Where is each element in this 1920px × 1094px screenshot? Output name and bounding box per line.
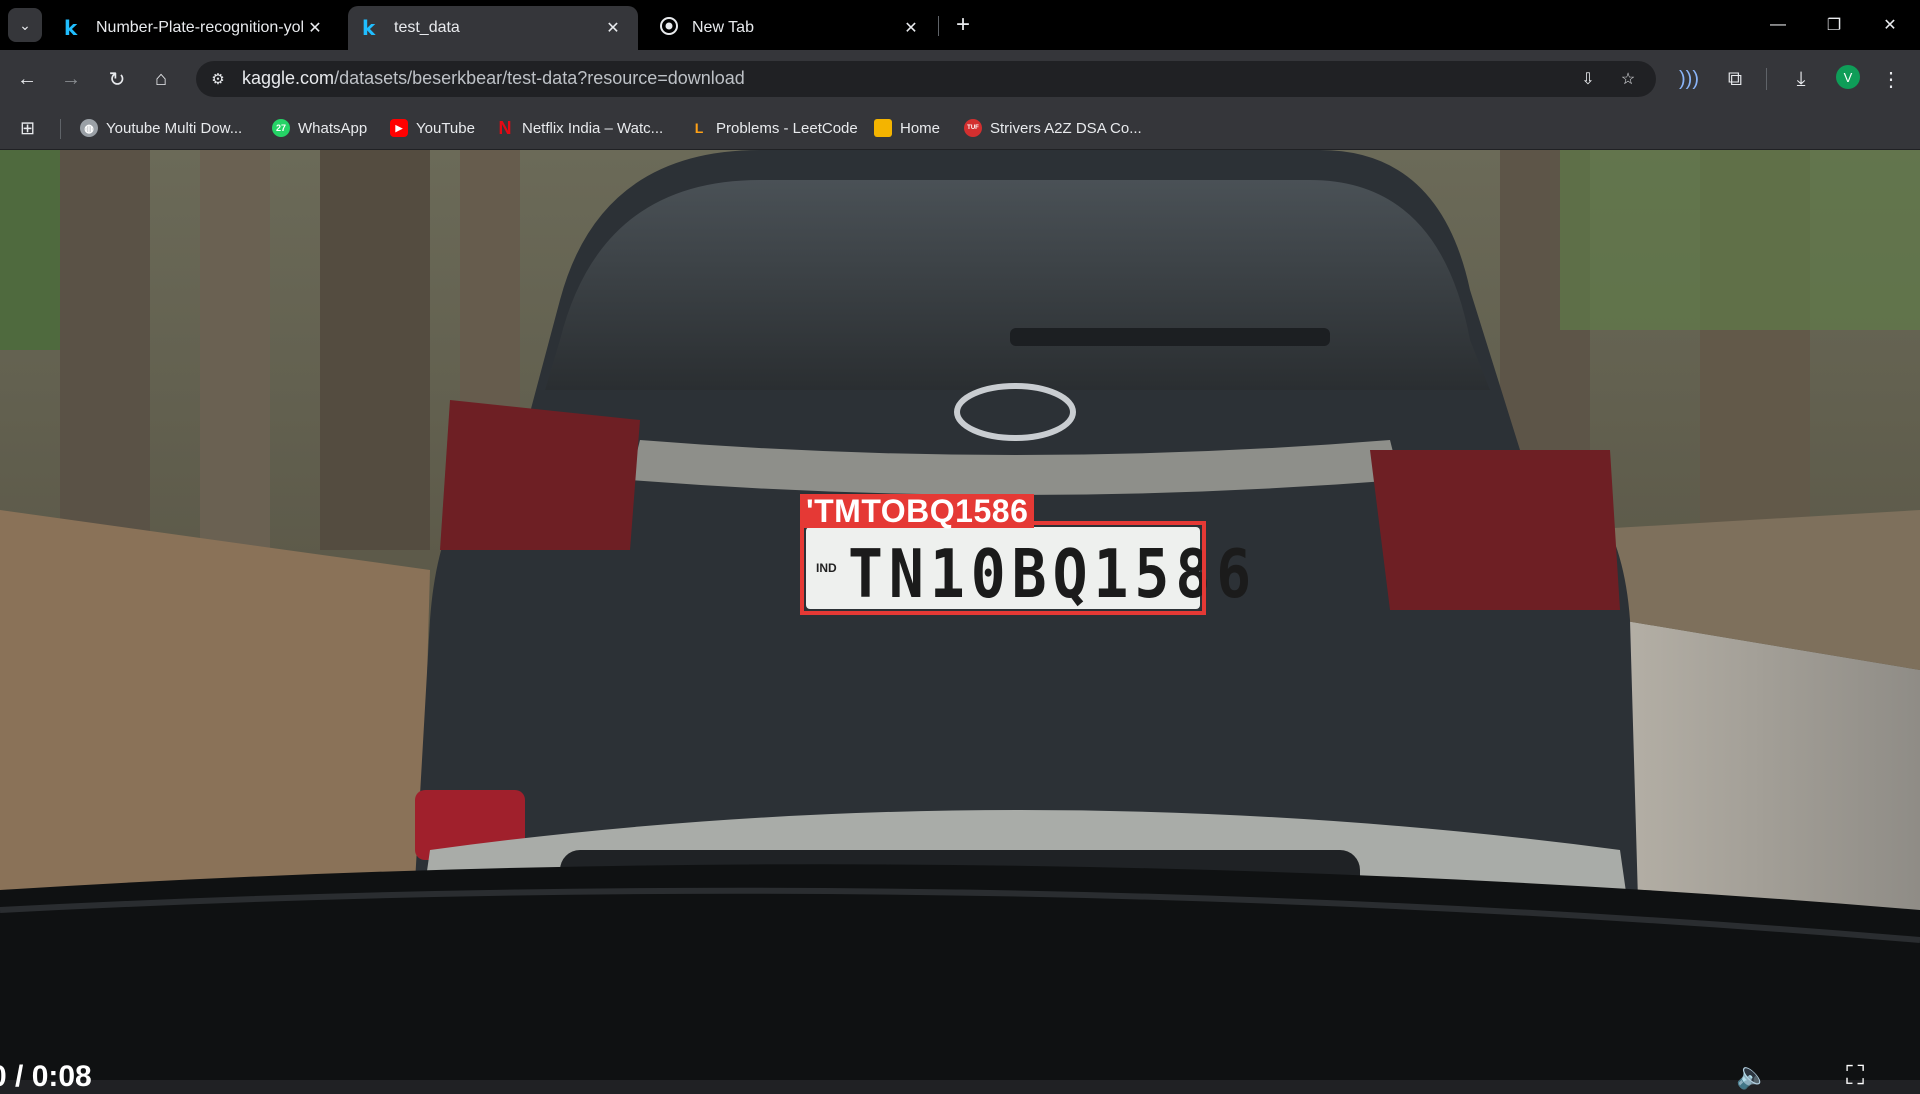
tab-strip: ⌄ k Number-Plate-recognition-yolo ✕ k te… xyxy=(0,0,1920,50)
fullscreen-button[interactable]: ⛶ xyxy=(1846,1060,1864,1092)
bookmark-leetcode[interactable]: L Problems - LeetCode xyxy=(690,116,858,140)
back-button[interactable]: ← xyxy=(8,60,46,98)
bookmark-whatsapp[interactable]: 27 WhatsApp xyxy=(272,116,367,140)
tab-search-button[interactable]: ⌄ xyxy=(8,8,42,42)
extensions-button[interactable]: ⧉ xyxy=(1716,60,1754,98)
url-host: kaggle.com xyxy=(242,68,335,88)
bookmark-label: Problems - LeetCode xyxy=(716,119,858,137)
close-window-button[interactable]: ✕ xyxy=(1862,6,1918,44)
video-frame[interactable]: IND TN10BQ1586 'TMTOBQ1586 xyxy=(0,150,1920,1080)
apps-button[interactable]: ⊞ xyxy=(20,116,35,140)
close-icon[interactable]: ✕ xyxy=(602,18,624,38)
bookmark-label: Home xyxy=(900,119,941,137)
restore-icon: ❐ xyxy=(1826,17,1842,34)
tab-title: test_data xyxy=(394,19,460,36)
youtube-icon: ▶ xyxy=(390,119,408,137)
tab-number-plate[interactable]: k Number-Plate-recognition-yolo ✕ xyxy=(50,6,340,50)
avatar[interactable]: V xyxy=(1836,65,1860,89)
bookmarks-bar: ⊞ ◍ Youtube Multi Dow... 27 WhatsApp ▶ YouT… xyxy=(0,107,1920,150)
kaggle-icon: k xyxy=(362,16,376,40)
close-icon: ✕ xyxy=(1883,17,1897,34)
arrow-left-icon: ← xyxy=(17,67,37,90)
bookmark-strivers[interactable]: TUF Strivers A2Z DSA Co... xyxy=(964,116,1142,140)
minimize-button[interactable]: — xyxy=(1750,6,1806,44)
downloads-button[interactable]: ⤓ xyxy=(1782,60,1820,98)
url-path: /datasets/beserkbear/test-data?resource=… xyxy=(334,68,745,88)
restore-button[interactable]: ❐ xyxy=(1806,6,1862,44)
detection-bounding-box xyxy=(800,521,1206,615)
bookmark-label: Youtube Multi Dow... xyxy=(106,119,243,137)
apps-grid-icon: ⊞ xyxy=(20,117,36,138)
kaggle-icon: k xyxy=(64,16,78,40)
close-icon[interactable]: ✕ xyxy=(900,18,922,38)
tab-divider xyxy=(938,16,939,36)
tuf-icon: TUF xyxy=(964,119,982,137)
home-icon: ⌂ xyxy=(154,67,168,90)
forward-button[interactable]: → xyxy=(52,60,90,98)
fullscreen-icon: ⛶ xyxy=(1846,1060,1865,1090)
chrome-icon xyxy=(660,16,682,40)
read-aloud-button[interactable]: ))) xyxy=(1670,60,1708,98)
tab-title: Number-Plate-recognition-yolo xyxy=(96,19,304,36)
close-icon[interactable]: ✕ xyxy=(304,18,326,38)
tab-new-tab[interactable]: New Tab ✕ xyxy=(646,6,936,50)
minimize-icon: — xyxy=(1770,16,1786,33)
toolbar-divider xyxy=(1766,68,1767,90)
volume-button[interactable]: 🔈 xyxy=(1736,1060,1768,1091)
plus-icon: + xyxy=(955,11,970,38)
car-scene-illustration xyxy=(0,150,1920,1080)
bookmark-label: Strivers A2Z DSA Co... xyxy=(990,119,1142,137)
chevron-down-icon: ⌄ xyxy=(19,16,31,33)
url-text[interactable]: kaggle.com/datasets/beserkbear/test-data… xyxy=(242,68,745,89)
bookmark-label: Netflix India – Watc... xyxy=(522,119,664,137)
globe-icon: ◍ xyxy=(80,119,98,137)
home-button[interactable]: ⌂ xyxy=(142,60,180,98)
menu-button[interactable]: ⋮ xyxy=(1872,60,1910,98)
site-info-icon[interactable]: ⚙ xyxy=(206,67,230,91)
home-image-icon xyxy=(874,119,892,137)
reload-icon: ↻ xyxy=(108,68,126,91)
leetcode-icon: L xyxy=(694,120,704,136)
bookmark-youtube[interactable]: ▶ YouTube xyxy=(390,116,475,140)
download-icon: ⤓ xyxy=(1796,67,1806,90)
puzzle-icon: ⧉ xyxy=(1727,67,1743,90)
arrow-right-icon: → xyxy=(61,67,81,90)
tab-test-data[interactable]: k test_data ✕ xyxy=(348,6,638,50)
browser-toolbar: ← → ↻ ⌂ ⚙ kaggle.com/datasets/beserkbear… xyxy=(0,50,1920,107)
bookmarks-divider xyxy=(60,119,61,139)
bookmark-star-icon[interactable]: ☆ xyxy=(1616,67,1640,91)
reload-button[interactable]: ↻ xyxy=(98,60,136,98)
more-vert-icon: ⋮ xyxy=(1881,68,1901,91)
read-aloud-icon: ))) xyxy=(1679,67,1699,90)
install-app-icon[interactable]: ⇩ xyxy=(1576,67,1600,91)
detection-label: 'TMTOBQ1586 xyxy=(800,494,1035,528)
bookmark-label: YouTube xyxy=(416,119,475,137)
bookmark-home[interactable]: Home xyxy=(874,116,940,140)
volume-icon: 🔈 xyxy=(1736,1060,1769,1090)
address-bar[interactable]: ⚙ kaggle.com/datasets/beserkbear/test-da… xyxy=(196,61,1656,97)
netflix-icon: N xyxy=(498,117,512,138)
whatsapp-icon: 27 xyxy=(272,119,290,137)
playback-time: 0 / 0:08 xyxy=(0,1060,92,1093)
bookmark-youtube-multi[interactable]: ◍ Youtube Multi Dow... xyxy=(80,116,242,140)
new-tab-button[interactable]: + xyxy=(948,10,978,40)
bookmark-netflix[interactable]: N Netflix India – Watc... xyxy=(496,116,664,140)
tab-title: New Tab xyxy=(692,19,754,36)
bookmark-label: WhatsApp xyxy=(298,119,368,137)
